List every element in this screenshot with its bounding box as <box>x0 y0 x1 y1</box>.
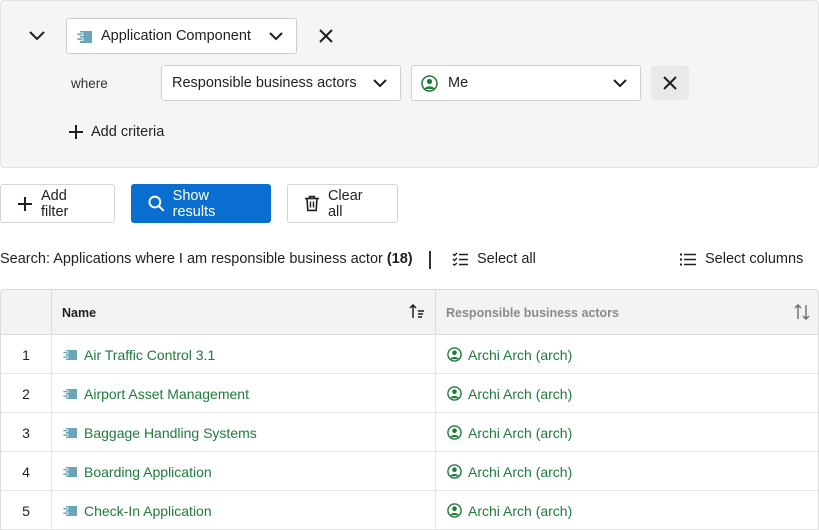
remove-criteria-button[interactable] <box>651 66 689 100</box>
application-component-icon <box>63 466 77 477</box>
application-link[interactable]: Air Traffic Control 3.1 <box>84 347 215 363</box>
row-index-value: 2 <box>22 385 30 402</box>
name-column-header[interactable]: Name <box>52 290 436 335</box>
chevron-down-icon <box>269 32 283 41</box>
results-table: Name Responsible business actors 1 Air Tr… <box>0 289 819 530</box>
user-icon <box>447 347 462 362</box>
select-columns-label: Select columns <box>705 251 804 267</box>
table-header: Name Responsible business actors <box>1 290 818 335</box>
add-filter-label: Add filter <box>40 187 69 220</box>
list-icon <box>680 253 696 265</box>
user-icon <box>421 75 438 92</box>
checklist-icon <box>452 252 468 266</box>
application-link[interactable]: Boarding Application <box>84 464 212 480</box>
application-component-icon <box>63 427 77 438</box>
add-criteria-button[interactable]: Add criteria <box>68 122 164 142</box>
plus-icon <box>69 125 83 139</box>
name-cell: Baggage Handling Systems <box>52 413 436 452</box>
table-row[interactable]: 4 Boarding Application Archi Arch (arch) <box>1 452 818 491</box>
row-index-value: 4 <box>22 463 30 480</box>
table-row[interactable]: 1 Air Traffic Control 3.1 Archi Arch (arch… <box>1 335 818 374</box>
application-component-icon <box>63 388 77 399</box>
chevron-down-icon <box>613 79 627 88</box>
result-count: (18) <box>386 251 413 267</box>
actors-column-label: Responsible business actors <box>446 305 619 320</box>
actor-cell: Archi Arch (arch) <box>436 335 818 374</box>
where-label: where <box>71 76 108 91</box>
application-component-icon <box>77 31 92 43</box>
application-component-icon <box>63 349 77 360</box>
index-column-header <box>1 290 52 335</box>
remove-filter-button[interactable] <box>313 23 339 49</box>
select-all-button[interactable]: Select all <box>452 251 536 267</box>
select-columns-button[interactable]: Select columns <box>680 251 803 267</box>
table-row[interactable]: 3 Baggage Handling Systems Archi Arch (arc… <box>1 413 818 452</box>
clear-all-button[interactable]: Clear all <box>287 184 398 223</box>
name-cell: Air Traffic Control 3.1 <box>52 335 436 374</box>
show-results-button[interactable]: Show results <box>131 184 271 223</box>
table-row[interactable]: 5 Check-In Application Archi Arch (arch) <box>1 491 818 530</box>
application-component-icon <box>63 505 77 516</box>
chevron-down-icon <box>373 79 387 88</box>
name-cell: Boarding Application <box>52 452 436 491</box>
filter-panel: Application Component where Responsible … <box>0 0 819 168</box>
attribute-select[interactable]: Responsible business actors <box>161 65 401 101</box>
add-criteria-label: Add criteria <box>91 124 165 140</box>
search-summary: Search: Applications where I am responsi… <box>0 251 413 267</box>
attribute-value: Responsible business actors <box>172 75 357 91</box>
actor-cell: Archi Arch (arch) <box>436 491 818 530</box>
name-column-label: Name <box>62 305 97 320</box>
value-select[interactable]: Me <box>411 65 641 101</box>
name-cell: Airport Asset Management <box>52 374 436 413</box>
actor-cell: Archi Arch (arch) <box>436 413 818 452</box>
name-cell: Check-In Application <box>52 491 436 530</box>
search-icon <box>148 195 165 212</box>
actor-link[interactable]: Archi Arch (arch) <box>468 464 572 480</box>
row-index: 3 <box>1 413 52 452</box>
element-type-select[interactable]: Application Component <box>66 18 297 54</box>
close-icon <box>663 76 677 90</box>
row-index: 4 <box>1 452 52 491</box>
chevron-down-icon <box>29 31 45 41</box>
actor-link[interactable]: Archi Arch (arch) <box>468 386 572 402</box>
collapse-filter-button[interactable] <box>23 23 51 49</box>
application-link[interactable]: Airport Asset Management <box>84 386 249 402</box>
search-summary-text: Search: Applications where I am responsi… <box>0 251 383 267</box>
value-text: Me <box>448 75 469 91</box>
add-filter-button[interactable]: Add filter <box>0 184 115 223</box>
row-index-value: 5 <box>22 502 30 519</box>
clear-all-label: Clear all <box>327 187 363 220</box>
select-all-label: Select all <box>477 251 536 267</box>
row-index-value: 3 <box>22 424 30 441</box>
element-type-value: Application Component <box>101 28 251 44</box>
user-icon <box>447 425 462 440</box>
row-index: 5 <box>1 491 52 530</box>
actor-cell: Archi Arch (arch) <box>436 374 818 413</box>
divider <box>429 251 431 269</box>
user-icon <box>447 464 462 479</box>
row-index-value: 1 <box>22 346 30 363</box>
table-row[interactable]: 2 Airport Asset Management Archi Arch (arc… <box>1 374 818 413</box>
trash-icon <box>304 195 319 212</box>
plus-icon <box>17 196 32 211</box>
actor-cell: Archi Arch (arch) <box>436 452 818 491</box>
sort-icon[interactable] <box>794 304 810 320</box>
user-icon <box>447 503 462 518</box>
actor-link[interactable]: Archi Arch (arch) <box>468 503 572 519</box>
application-link[interactable]: Baggage Handling Systems <box>84 425 257 441</box>
show-results-label: Show results <box>172 187 216 220</box>
application-link[interactable]: Check-In Application <box>84 503 212 519</box>
close-icon <box>319 29 333 43</box>
actor-link[interactable]: Archi Arch (arch) <box>468 347 572 363</box>
row-index: 2 <box>1 374 52 413</box>
actor-link[interactable]: Archi Arch (arch) <box>468 425 572 441</box>
sort-ascending-icon[interactable] <box>409 304 425 319</box>
row-index: 1 <box>1 335 52 374</box>
user-icon <box>447 386 462 401</box>
actors-column-header[interactable]: Responsible business actors <box>436 290 818 335</box>
